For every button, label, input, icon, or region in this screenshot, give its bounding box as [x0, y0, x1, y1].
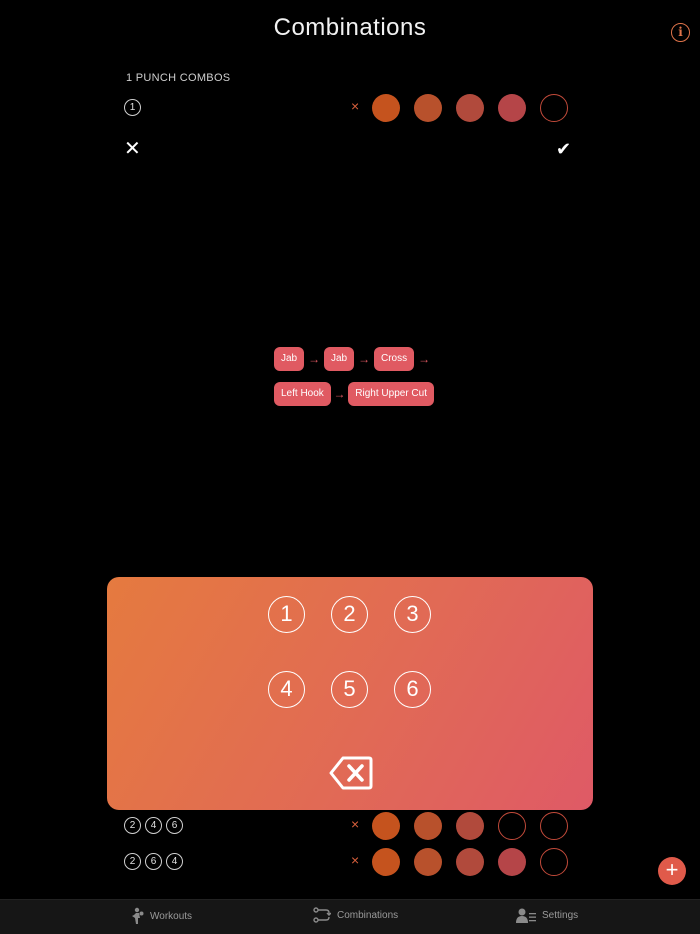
intensity-dot-filled[interactable] [498, 848, 526, 876]
combo-numbers: 2 4 6 [124, 817, 183, 834]
intensity-dots[interactable] [372, 94, 568, 122]
boxer-icon [132, 907, 144, 924]
combo-number: 2 [124, 853, 141, 870]
arrow-right-icon: → [308, 352, 321, 366]
info-button[interactable]: i [671, 23, 690, 42]
intensity-dot-empty[interactable] [540, 848, 568, 876]
key-2[interactable]: 2 [331, 596, 368, 633]
backspace-button[interactable] [329, 755, 373, 791]
combo-number: 1 [124, 99, 141, 116]
intensity-dot-filled[interactable] [456, 812, 484, 840]
combo-number: 2 [124, 817, 141, 834]
combination-icon [313, 907, 331, 923]
confirm-button[interactable]: ✔ [556, 139, 576, 159]
arrow-right-icon: → [418, 352, 431, 366]
combo-chain-row-2: Left Hook → Right Upper Cut [274, 382, 434, 406]
delete-combo-button[interactable]: × [351, 98, 359, 114]
tab-bar: Workouts Combinations Settings [0, 899, 700, 934]
tab-combinations[interactable]: Combinations [313, 907, 398, 923]
combo-row-3[interactable]: 2 6 4 × [124, 846, 576, 878]
punch-chip-left-hook[interactable]: Left Hook [274, 382, 331, 406]
info-icon: i [678, 25, 683, 39]
intensity-dot-filled[interactable] [414, 812, 442, 840]
intensity-dot-filled[interactable] [456, 94, 484, 122]
tab-label: Workouts [150, 910, 193, 922]
punch-chip-jab[interactable]: Jab [324, 347, 355, 371]
delete-combo-button[interactable]: × [351, 852, 359, 868]
intensity-dot-filled[interactable] [372, 812, 400, 840]
intensity-dot-empty[interactable] [540, 94, 568, 122]
combo-row-1[interactable]: 1 × [124, 92, 576, 124]
intensity-dot-filled[interactable] [414, 94, 442, 122]
intensity-dot-filled[interactable] [414, 848, 442, 876]
delete-combo-button[interactable]: × [351, 816, 359, 832]
intensity-dot-filled[interactable] [372, 848, 400, 876]
tab-label: Combinations [337, 909, 399, 921]
combo-row-2[interactable]: 2 4 6 × [124, 810, 576, 842]
tab-label: Settings [542, 909, 579, 921]
header: Combinations i [0, 0, 700, 60]
tab-workouts[interactable]: Workouts [130, 907, 192, 925]
page-title: Combinations [273, 14, 427, 41]
combo-numbers: 1 [124, 99, 141, 116]
key-4[interactable]: 4 [268, 671, 305, 708]
combo-numbers: 2 6 4 [124, 853, 183, 870]
tab-settings[interactable]: Settings [516, 907, 578, 923]
punch-chip-cross[interactable]: Cross [374, 347, 415, 371]
arrow-right-icon: → [333, 387, 346, 401]
intensity-dots[interactable] [372, 812, 568, 840]
intensity-dot-empty[interactable] [498, 812, 526, 840]
backspace-icon [329, 756, 373, 790]
combo-number: 4 [145, 817, 162, 834]
key-1[interactable]: 1 [268, 596, 305, 633]
key-3[interactable]: 3 [394, 596, 431, 633]
combo-number: 4 [166, 853, 183, 870]
punch-chip-right-upper-cut[interactable]: Right Upper Cut [348, 382, 434, 406]
combo-number: 6 [166, 817, 183, 834]
cancel-button[interactable]: ✕ [124, 139, 142, 159]
punch-keypad: 1 2 3 4 5 6 [107, 577, 593, 810]
combo-number: 6 [145, 853, 162, 870]
settings-profile-icon [516, 908, 536, 923]
intensity-dot-filled[interactable] [372, 94, 400, 122]
intensity-dot-filled[interactable] [498, 94, 526, 122]
intensity-dots[interactable] [372, 848, 568, 876]
key-5[interactable]: 5 [331, 671, 368, 708]
punch-chip-jab[interactable]: Jab [274, 347, 305, 371]
combo-chain-row-1: Jab → Jab → Cross → [274, 347, 434, 371]
intensity-dot-empty[interactable] [540, 812, 568, 840]
intensity-dot-filled[interactable] [456, 848, 484, 876]
add-combo-button[interactable]: + [658, 857, 686, 885]
section-label: 1 PUNCH COMBOS [126, 72, 231, 84]
arrow-right-icon: → [358, 352, 371, 366]
key-6[interactable]: 6 [394, 671, 431, 708]
